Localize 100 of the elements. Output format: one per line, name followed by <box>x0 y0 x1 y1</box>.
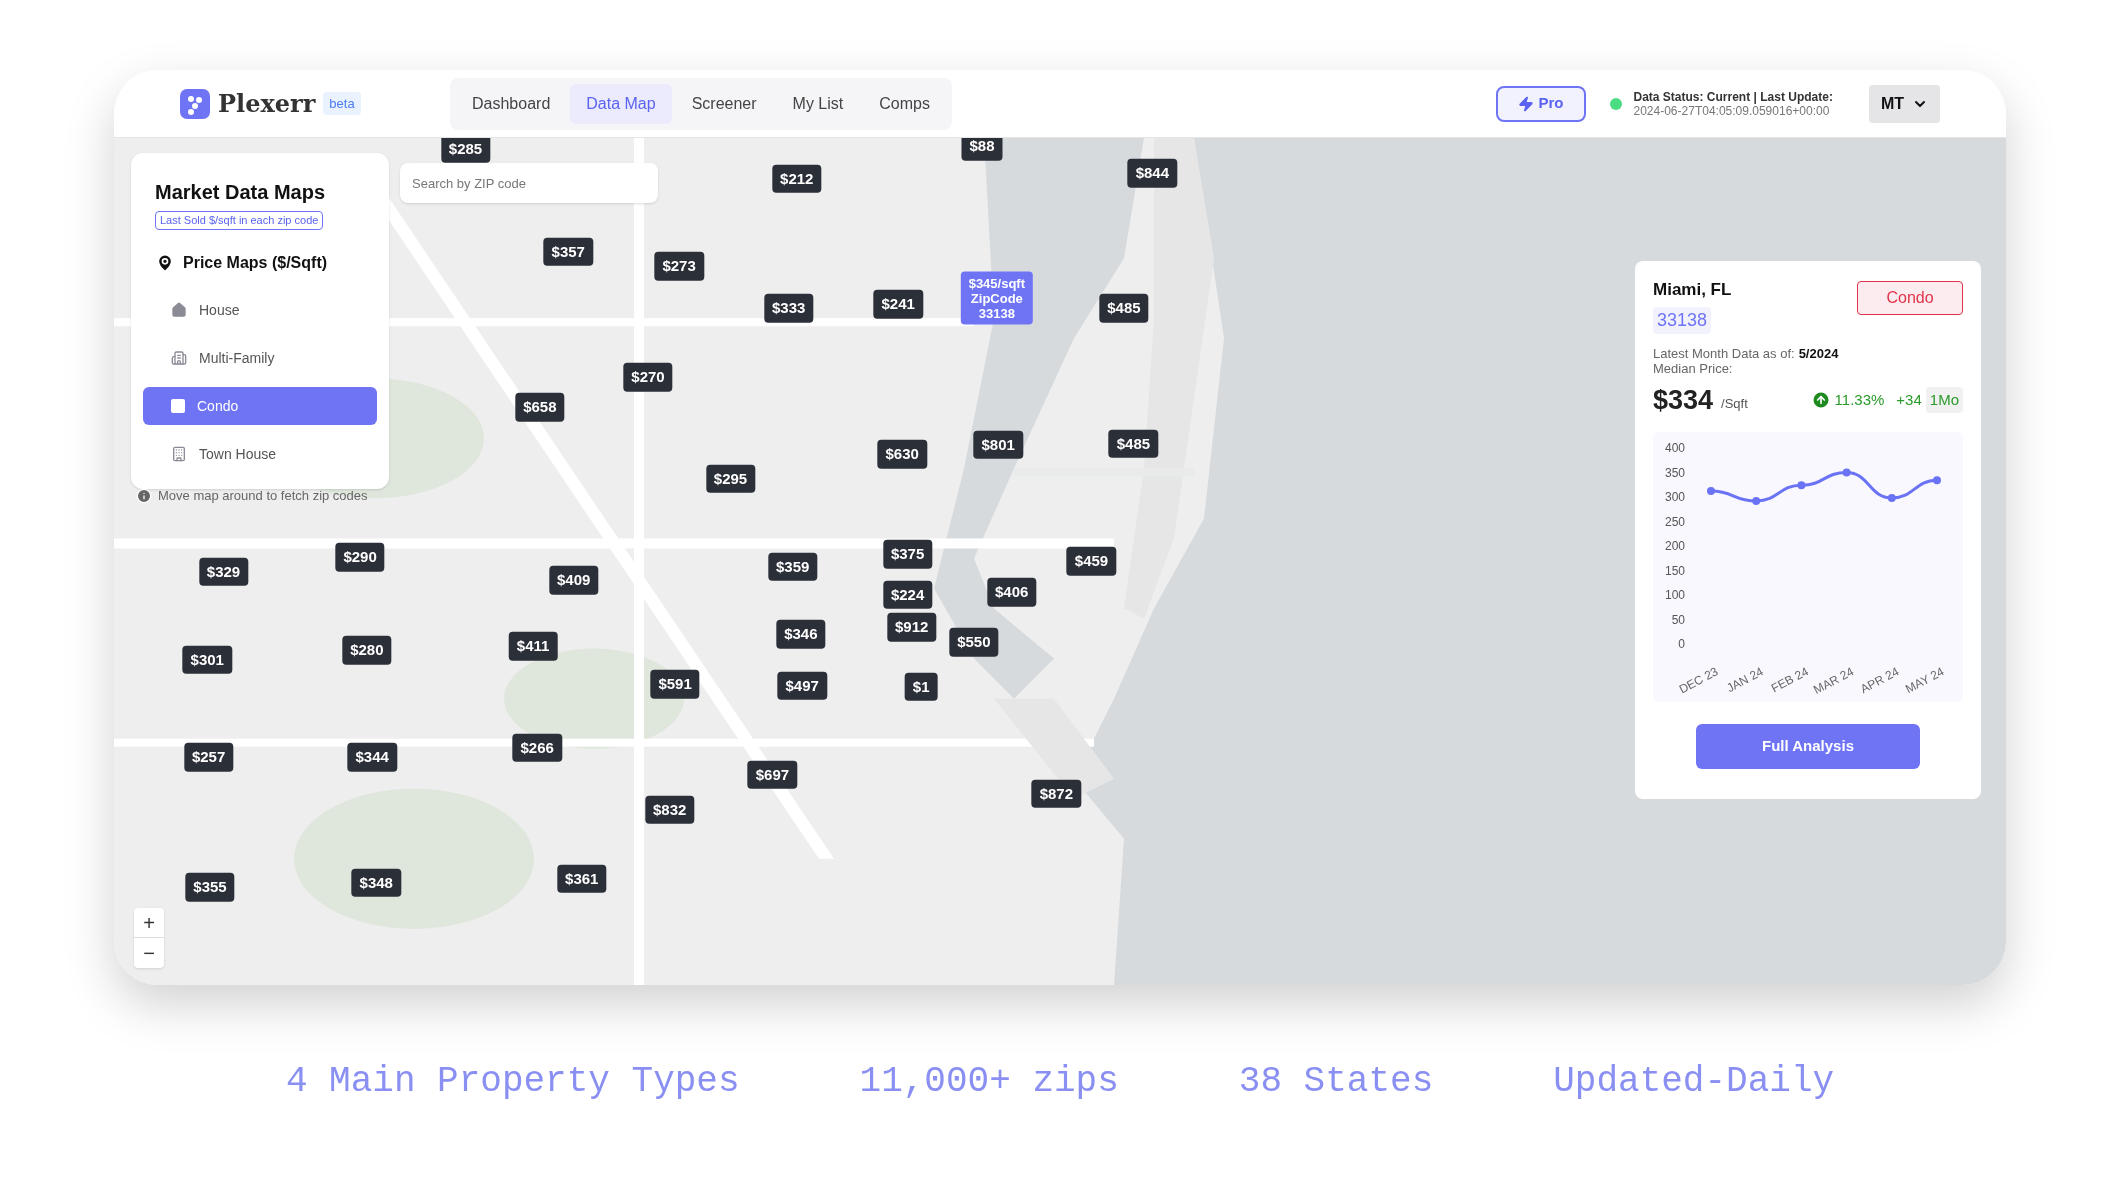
nav-tab[interactable]: Comps <box>863 83 946 124</box>
logo-text: Plexerr <box>218 87 316 120</box>
nav-tab[interactable]: Screener <box>675 83 773 124</box>
price-marker[interactable]: $801 <box>973 430 1023 460</box>
price-marker[interactable]: $406 <box>987 578 1037 607</box>
price-marker[interactable]: $912 <box>887 613 937 642</box>
price-marker[interactable]: $375 <box>882 540 933 569</box>
axis-tick-label: 150 <box>1664 563 1685 578</box>
nav-tab[interactable]: My List <box>776 83 860 124</box>
user-menu[interactable]: MT <box>1868 84 1940 123</box>
axis-tick-label: 200 <box>1664 539 1685 553</box>
price-marker[interactable]: $359 <box>768 552 818 581</box>
price-marker[interactable]: $273 <box>654 252 704 281</box>
property-type-item[interactable]: House <box>143 291 377 329</box>
square-icon <box>171 399 185 413</box>
axis-tick-label: 400 <box>1664 441 1685 455</box>
as-of-label: Latest Month Data as of: <box>1653 345 1795 361</box>
selected-price-marker[interactable]: $345/sqft ZipCode 33138 <box>960 271 1034 325</box>
axis-tick-label: 50 <box>1671 612 1685 627</box>
property-type-badge: Condo <box>1857 281 1963 315</box>
section-title: Price Maps ($/Sqft) <box>183 253 328 273</box>
pro-button[interactable]: Pro <box>1496 85 1586 122</box>
price-marker[interactable]: $346 <box>776 619 826 649</box>
price-marker[interactable]: $266 <box>512 733 562 762</box>
beta-badge: beta <box>323 91 361 116</box>
price-marker[interactable]: $497 <box>777 671 827 700</box>
price-marker[interactable]: $409 <box>549 565 599 595</box>
pin-icon <box>155 253 175 273</box>
price-marker[interactable]: $212 <box>772 164 822 193</box>
change-percent: 11.33% <box>1834 389 1885 410</box>
price-marker[interactable]: $295 <box>705 464 756 493</box>
zoom-in-button[interactable]: + <box>134 908 164 938</box>
house-icon <box>171 302 187 318</box>
price-marker[interactable]: $290 <box>335 542 385 572</box>
property-type-item[interactable]: Multi-Family <box>143 339 377 377</box>
price-marker[interactable]: $361 <box>557 864 607 894</box>
property-type-item[interactable]: Condo <box>143 387 377 425</box>
data-point <box>1797 481 1806 490</box>
price-marker[interactable]: $872 <box>1031 779 1082 808</box>
price-marker[interactable]: $630 <box>877 440 927 469</box>
price-marker[interactable]: $550 <box>949 628 999 657</box>
panel-title: Market Data Maps <box>155 180 327 205</box>
axis-tick-label: MAR 24 <box>1811 664 1856 697</box>
nav-tab[interactable]: Dashboard <box>456 83 567 124</box>
price-marker[interactable]: $658 <box>515 392 565 422</box>
city-name: Miami, FL <box>1653 279 1732 301</box>
median-label: Median Price: <box>1653 360 1733 376</box>
price-marker[interactable]: $697 <box>747 760 798 790</box>
data-point <box>1933 476 1941 485</box>
price-marker[interactable]: $301 <box>182 645 232 675</box>
axis-tick-label: 0 <box>1678 637 1685 651</box>
zoom-out-button[interactable]: − <box>134 938 164 968</box>
logo-icon <box>180 88 210 119</box>
price-marker[interactable]: $348 <box>351 868 401 898</box>
as-of-date: 5/2024 <box>1798 345 1839 361</box>
feature-caption: 4 Main Property Types <box>285 1060 740 1104</box>
property-type-item[interactable]: Town House <box>143 435 377 473</box>
price-marker[interactable]: $257 <box>183 742 234 772</box>
price-marker[interactable]: $591 <box>650 669 700 699</box>
feature-caption: 38 States <box>1238 1060 1434 1104</box>
price-marker[interactable]: $270 <box>623 363 673 392</box>
feature-caption: 11,000+ zips <box>859 1060 1119 1104</box>
price-marker[interactable]: $844 <box>1127 158 1177 188</box>
search-field[interactable]: Search by ZIP code <box>400 163 658 203</box>
price-marker[interactable]: $344 <box>347 742 397 772</box>
price-marker[interactable]: $485 <box>1099 294 1149 323</box>
change-amount: +34 <box>1896 389 1922 410</box>
price-marker[interactable]: $333 <box>763 294 814 323</box>
axis-tick-label: JAN 24 <box>1724 664 1766 696</box>
axis-tick-label: APR 24 <box>1858 664 1902 697</box>
axis-tick-label: 350 <box>1664 465 1685 480</box>
full-analysis-button[interactable]: Full Analysis <box>1696 724 1920 769</box>
nav-tab[interactable]: Data Map <box>570 83 672 124</box>
price-marker[interactable]: $241 <box>873 290 923 319</box>
price-marker[interactable]: $280 <box>342 636 392 665</box>
zip-tag: 33138 <box>1653 306 1712 334</box>
price-marker[interactable]: $285 <box>440 138 491 164</box>
price-marker[interactable]: $1 <box>904 672 938 702</box>
price-marker[interactable]: $88 <box>961 138 1003 161</box>
axis-tick-label: DEC 23 <box>1676 664 1721 697</box>
price-marker[interactable]: $355 <box>185 872 235 902</box>
data-point <box>1707 487 1715 496</box>
axis-tick-label: 250 <box>1664 514 1685 529</box>
axis-tick-label: FEB 24 <box>1768 664 1811 696</box>
axis-tick-label: MAY 24 <box>1903 664 1947 697</box>
median-price: $334 <box>1653 383 1714 417</box>
map-hint: Move map around to fetch zip codes <box>158 487 368 505</box>
price-marker[interactable]: $357 <box>543 237 593 266</box>
feature-caption: Updated-Daily <box>1553 1060 1835 1104</box>
price-marker[interactable]: $832 <box>645 795 695 825</box>
axis-tick-label: 100 <box>1664 588 1685 602</box>
data-point <box>1842 468 1851 477</box>
price-marker[interactable]: $485 <box>1108 429 1159 458</box>
price-marker[interactable]: $459 <box>1066 546 1117 576</box>
price-marker[interactable]: $329 <box>198 557 249 587</box>
price-marker[interactable]: $224 <box>882 580 933 610</box>
lightning-icon <box>1518 95 1535 112</box>
data-point <box>1752 496 1761 505</box>
buildings-icon <box>171 350 187 366</box>
price-marker[interactable]: $411 <box>508 632 558 661</box>
